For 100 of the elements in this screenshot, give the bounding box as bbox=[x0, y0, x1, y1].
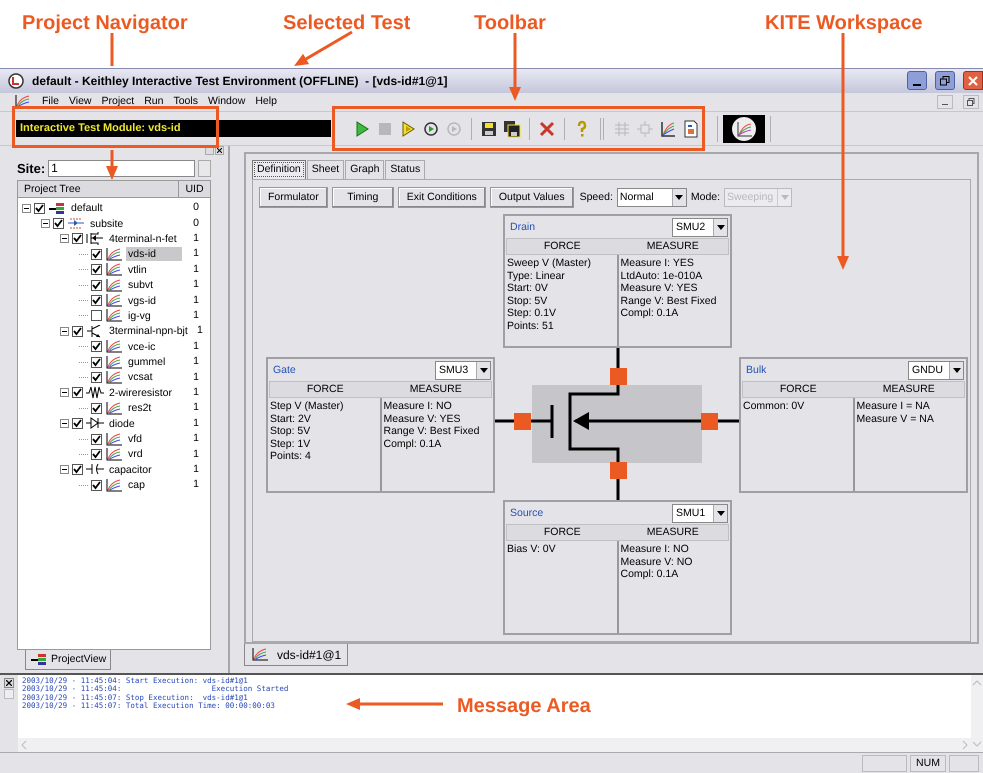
restore-button[interactable] bbox=[963, 94, 979, 109]
menu-item[interactable]: Project bbox=[102, 94, 134, 110]
document-icon[interactable] bbox=[682, 120, 700, 138]
tree-item[interactable]: 3terminal-npn-bjt bbox=[107, 324, 190, 338]
tab[interactable]: Sheet bbox=[306, 160, 344, 180]
tree-item[interactable]: 4terminal-n-fet bbox=[107, 232, 182, 246]
tree-item[interactable]: vds-id bbox=[126, 247, 182, 262]
instrument-dropdown[interactable]: SMU2 bbox=[672, 218, 728, 237]
expander[interactable] bbox=[60, 465, 69, 474]
expander[interactable] bbox=[60, 388, 69, 398]
checkbox[interactable] bbox=[53, 218, 64, 230]
cycle-icon[interactable] bbox=[422, 120, 440, 138]
delete-icon[interactable] bbox=[538, 120, 556, 138]
expander-icon[interactable] bbox=[62, 421, 67, 426]
site-label: Site: bbox=[17, 160, 46, 178]
checkbox[interactable] bbox=[91, 480, 102, 491]
expander[interactable] bbox=[22, 204, 31, 213]
tree-item[interactable]: vcsat bbox=[126, 370, 182, 384]
checkbox[interactable] bbox=[91, 295, 102, 306]
save-icon[interactable] bbox=[480, 120, 498, 138]
expander[interactable] bbox=[60, 419, 69, 428]
restore-button[interactable] bbox=[935, 71, 955, 90]
checkbox[interactable] bbox=[72, 326, 83, 337]
expander-icon[interactable] bbox=[62, 390, 67, 396]
menu-item[interactable]: Run bbox=[144, 94, 164, 110]
checkbox[interactable] bbox=[91, 341, 102, 352]
close-button[interactable] bbox=[215, 146, 224, 156]
checkbox[interactable] bbox=[72, 418, 83, 430]
tab[interactable]: Status bbox=[385, 160, 426, 180]
checkbox[interactable] bbox=[34, 202, 45, 214]
checkbox[interactable] bbox=[91, 372, 102, 383]
checkbox[interactable] bbox=[91, 356, 102, 368]
checkbox[interactable] bbox=[72, 387, 83, 398]
logo-button[interactable] bbox=[723, 114, 765, 143]
save-all-icon[interactable] bbox=[503, 120, 521, 138]
checkbox[interactable] bbox=[91, 310, 102, 322]
tree-item[interactable]: 2-wireresistor bbox=[107, 386, 182, 400]
menu-item[interactable]: Window bbox=[208, 94, 246, 110]
menu-item[interactable]: File bbox=[42, 94, 59, 110]
checkbox[interactable] bbox=[91, 264, 102, 276]
column-header[interactable]: UID bbox=[179, 181, 210, 198]
project-view-tab[interactable]: ProjectView bbox=[25, 650, 112, 670]
site-field[interactable]: 1 bbox=[48, 160, 195, 177]
instrument-dropdown[interactable]: SMU3 bbox=[435, 360, 491, 380]
expander-icon[interactable] bbox=[24, 206, 29, 211]
tree-item[interactable]: ig-vg bbox=[126, 308, 182, 323]
tree-item[interactable]: default bbox=[69, 201, 182, 216]
restore-icon[interactable] bbox=[967, 98, 975, 106]
action-button[interactable]: Timing bbox=[332, 186, 394, 208]
tree-item[interactable]: gummel bbox=[126, 355, 182, 370]
tree-item[interactable]: subvt bbox=[126, 278, 182, 292]
menu-item[interactable]: View bbox=[68, 94, 92, 110]
expander-icon[interactable] bbox=[43, 221, 48, 226]
speed-dropdown[interactable]: Normal bbox=[616, 188, 687, 207]
instrument-dropdown[interactable]: SMU1 bbox=[672, 504, 728, 523]
close-icon[interactable] bbox=[217, 148, 222, 154]
minimize-button[interactable] bbox=[937, 94, 953, 109]
tree-item[interactable]: vrd bbox=[126, 447, 182, 462]
force-setting: Step: 0.1V bbox=[507, 307, 558, 320]
action-button[interactable]: Formulator bbox=[259, 186, 328, 208]
document-tab[interactable]: vds-id#1@1 bbox=[244, 644, 348, 666]
checkbox[interactable] bbox=[72, 233, 83, 244]
tree-item[interactable]: cap bbox=[126, 478, 182, 492]
minimize-button[interactable] bbox=[907, 71, 927, 90]
expander[interactable] bbox=[60, 234, 69, 244]
restore-icon[interactable] bbox=[940, 76, 950, 86]
tab[interactable]: Definition bbox=[252, 160, 306, 180]
force-setting: Stop: 5V bbox=[270, 425, 312, 438]
checkbox[interactable] bbox=[91, 280, 102, 291]
force-setting: Sweep V (Master) bbox=[507, 257, 592, 270]
expander[interactable] bbox=[41, 219, 50, 228]
menu-item[interactable]: Help bbox=[255, 94, 277, 110]
expander-icon[interactable] bbox=[62, 236, 67, 242]
tree-item[interactable]: vtlin bbox=[126, 262, 182, 277]
close-button[interactable] bbox=[963, 71, 983, 90]
checkbox[interactable] bbox=[72, 464, 83, 476]
checkbox[interactable] bbox=[91, 434, 102, 445]
expander-icon[interactable] bbox=[62, 467, 67, 472]
uid-text: 1 bbox=[192, 277, 200, 292]
tree-item[interactable]: capacitor bbox=[107, 462, 182, 477]
callout-arrow bbox=[509, 33, 521, 101]
action-button[interactable]: Output Values bbox=[490, 186, 574, 208]
tree-item[interactable]: vfd bbox=[126, 432, 182, 446]
checkbox[interactable] bbox=[91, 248, 102, 260]
graph-icon[interactable] bbox=[659, 120, 677, 138]
checkbox[interactable] bbox=[91, 448, 102, 460]
tree-item[interactable]: res2t bbox=[126, 401, 182, 416]
tree-item[interactable]: diode bbox=[107, 416, 182, 431]
checkbox[interactable] bbox=[91, 402, 102, 414]
tree-item[interactable]: vce-ic bbox=[126, 340, 182, 354]
tree-item[interactable]: vgs-id bbox=[126, 294, 182, 308]
expander-icon[interactable] bbox=[62, 328, 67, 334]
force-setting: Common: 0V bbox=[743, 400, 806, 413]
instrument-dropdown[interactable]: GNDU bbox=[908, 360, 964, 380]
expander[interactable] bbox=[60, 326, 69, 336]
tab[interactable]: Graph bbox=[345, 160, 384, 180]
menu-item[interactable]: Tools bbox=[173, 94, 198, 110]
action-button[interactable]: Exit Conditions bbox=[398, 186, 486, 208]
column-header[interactable]: Project Tree bbox=[18, 181, 179, 198]
tree-item[interactable]: subsite bbox=[88, 216, 182, 231]
